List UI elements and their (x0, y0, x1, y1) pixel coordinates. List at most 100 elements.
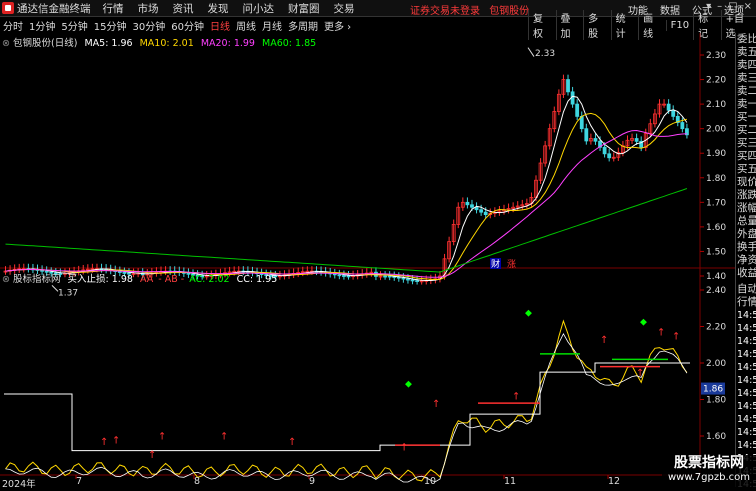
side-netasset: 净资 (737, 254, 756, 266)
sell-diamond: ◆ (525, 309, 532, 319)
date-2024: 2024年 (2, 479, 36, 490)
ma5-line (5, 95, 688, 281)
high-marker-line (527, 47, 535, 57)
candle-body (602, 146, 607, 155)
side-bid5: 买五 (737, 163, 756, 175)
tick-time: 14:56 (737, 336, 756, 347)
buy-arrow: ↑ (100, 437, 108, 448)
current-value-label: 1.86 (703, 385, 723, 395)
buy-arrow: ↑ (512, 392, 520, 403)
buy-stop-value: 买入止损: 1.98 (67, 274, 133, 285)
tick-time: 14:56 (737, 349, 756, 360)
kline-chart[interactable]: 2.30 2.20 2.10 2.00 1.90 1.80 1.70 1.60 1.50 1.40… (0, 0, 756, 487)
side-outer: 外盘 (737, 228, 756, 240)
candle-body (415, 280, 420, 282)
price-tick-label: 1.40 (706, 272, 726, 282)
side-price: 现价 (737, 176, 756, 188)
ma10-value: MA10: 2.01 (139, 38, 194, 49)
aa-label: AA (139, 274, 154, 285)
ind-tick-label: 2.00 (706, 359, 726, 369)
side-ask1: 卖一 (737, 98, 756, 110)
side-ask5: 卖五 (737, 46, 756, 58)
date-jul: 7 (76, 476, 83, 487)
badge-zhang: 涨 (507, 259, 516, 270)
ma60-value: MA60: 1.85 (262, 38, 317, 49)
ind-tick-label: 2.40 (706, 286, 726, 296)
side-change-pct: 涨幅 (737, 202, 756, 214)
tick-time: 14:56 (737, 310, 756, 321)
price-tick-label: 2.20 (706, 76, 726, 86)
tick-time: 14:56 (737, 414, 756, 425)
indicator-line (5, 319, 688, 482)
indicator-legend: ⊗ 股标指标网 买入止损: 1.98 AA - AB - AC: 2.02 CC… (2, 271, 277, 285)
buy-arrow: ↑ (672, 331, 680, 342)
side-auto[interactable]: 自动 (736, 283, 756, 296)
sell-diamond: ◆ (640, 318, 647, 328)
ab-label: - AB - (158, 274, 185, 285)
side-change: 涨跌 (737, 189, 756, 201)
ab-label-text: AB (164, 274, 178, 285)
candle-body (566, 79, 570, 93)
candle-body (346, 275, 351, 278)
date-dec: 12 (608, 476, 621, 487)
candle-body (634, 138, 639, 142)
tick-time: 14:56 (737, 362, 756, 373)
date-sep: 9 (309, 476, 316, 487)
candle-body (465, 201, 470, 206)
badge-cai: 财 (491, 258, 500, 270)
date-nov: 11 (504, 476, 517, 487)
price-tick-label: 1.90 (706, 149, 726, 159)
date-oct: 10 (424, 476, 437, 487)
ind-legend-close-icon[interactable]: ⊗ (2, 274, 10, 285)
ac-value: AC: 2.02 (189, 274, 230, 285)
buy-arrow-low: ↑ (148, 450, 156, 461)
candle-body (575, 103, 580, 117)
ma20-value: MA20: 1.99 (200, 38, 255, 49)
buy-arrow: ↑ (657, 328, 665, 339)
candle-body (401, 277, 406, 280)
sell-diamond: ◆ (405, 380, 412, 390)
candle-body (671, 109, 676, 117)
side-bid4: 买四 (737, 150, 756, 162)
tick-time: 14:56 (737, 375, 756, 386)
buy-arrow-low: ↑ (636, 368, 644, 379)
cc-value: CC: 1.95 (236, 274, 278, 285)
side-ask3: 卖三 (737, 72, 756, 84)
ma20-line (5, 129, 687, 278)
buy-arrow: ↑ (400, 443, 408, 454)
buy-arrow: ↑ (220, 432, 228, 443)
buy-arrow: ↑ (288, 437, 296, 448)
buy-arrow: ↑ (600, 335, 608, 346)
candle-body (406, 278, 410, 281)
candle-body (337, 274, 342, 277)
buy-arrow: ↑ (158, 432, 166, 443)
indicator-title: 股标指标网 (13, 274, 61, 285)
ma-legend: ⊗ 包钢股份(日线) MA5: 1.96 MA10: 2.01 MA20: 1.… (2, 35, 316, 49)
ma-legend-close-icon[interactable]: ⊗ (2, 38, 10, 49)
candle-body (342, 275, 346, 277)
ma5-value: MA5: 1.96 (84, 38, 133, 49)
watermark-url: www.7gpzb.com (668, 472, 750, 483)
ma60-line (5, 188, 688, 273)
tick-time: 14:56 (737, 440, 756, 451)
candle-body (474, 206, 479, 211)
side-turnover: 换手 (737, 241, 756, 253)
tick-time: 14:56 (737, 388, 756, 399)
candle-body (607, 153, 612, 159)
side-ask4: 卖四 (737, 59, 756, 71)
date-aug: 8 (194, 476, 201, 487)
side-bid2: 买二 (737, 124, 756, 136)
candle-body (410, 279, 415, 282)
candle-body (470, 204, 474, 208)
candle-body (666, 103, 671, 111)
buy-arrow: ↑ (112, 435, 120, 446)
side-bid1: 买一 (737, 111, 756, 123)
candle-body (680, 122, 685, 130)
side-hangqing[interactable]: 行情 (736, 296, 756, 309)
tick-time: 14:56 (737, 401, 756, 412)
candle-body (593, 138, 598, 142)
price-tick-label: 1.80 (706, 174, 726, 184)
price-tick-label: 2.00 (706, 125, 726, 135)
buy-arrow: ↑ (432, 399, 440, 410)
ind-tick-label: 1.60 (706, 432, 726, 442)
